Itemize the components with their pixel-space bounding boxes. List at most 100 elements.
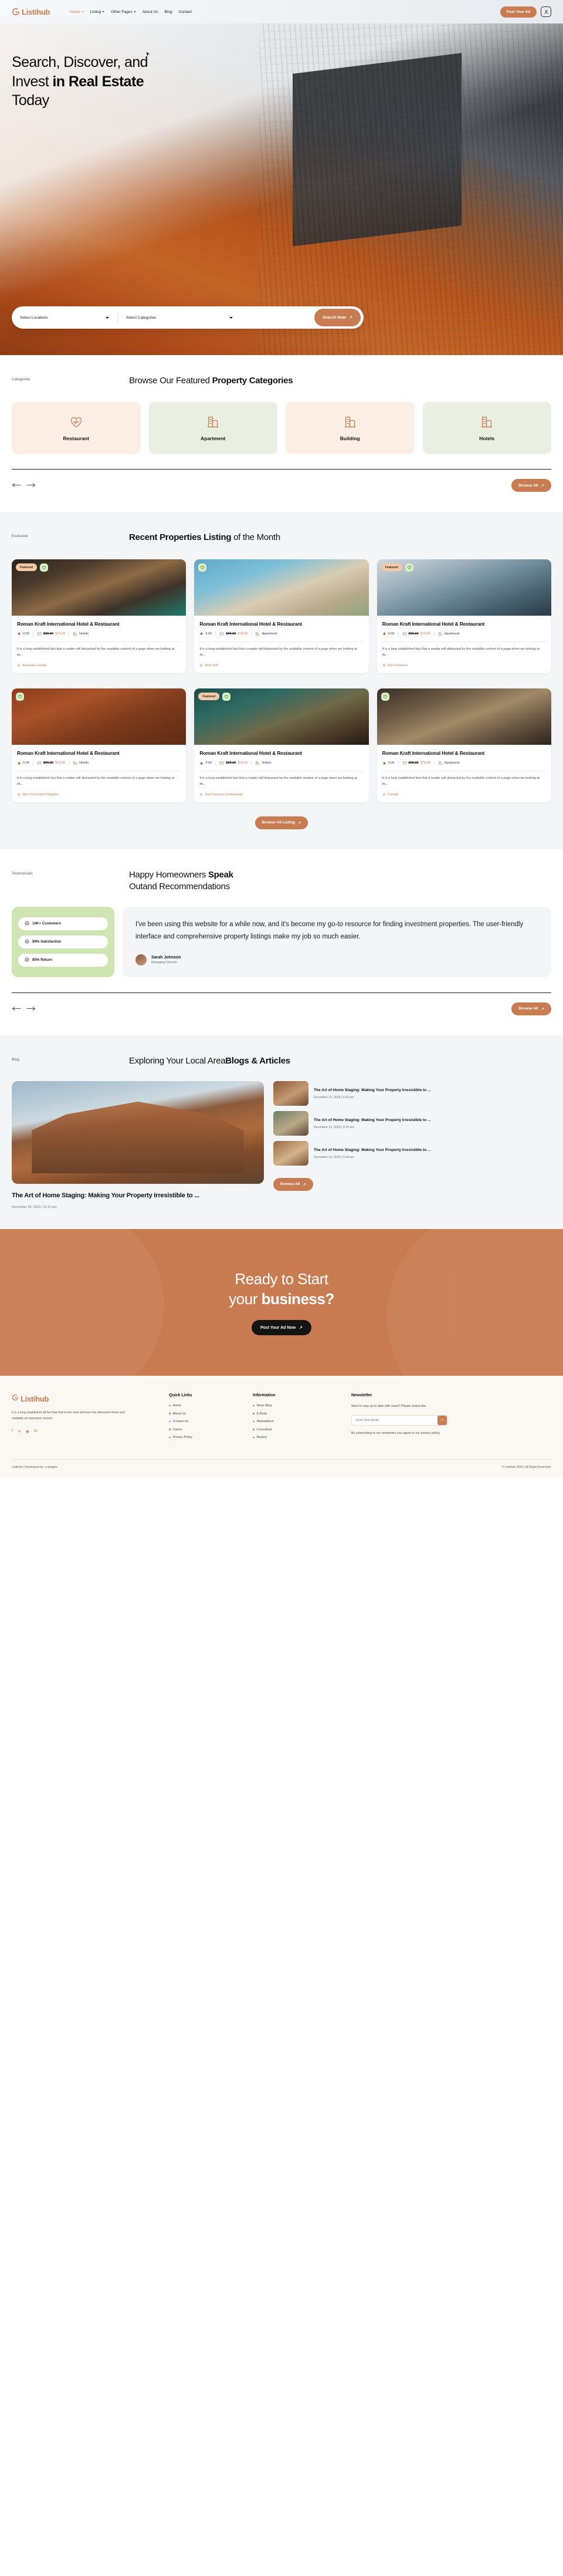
user-icon: [544, 9, 548, 14]
linkedin-icon[interactable]: in: [34, 1429, 37, 1434]
footer-logo[interactable]: Listihub: [12, 1393, 158, 1404]
favorite-heart-icon[interactable]: [39, 563, 48, 572]
footer-link-label: Marketplace: [256, 1420, 274, 1424]
property-card[interactable]: Featured Roman Kraft International Hotel …: [194, 688, 369, 802]
footer-quick-links-heading: Quick Links: [169, 1393, 192, 1398]
blog-list-item[interactable]: The Art of Home Staging: Making Your Pro…: [273, 1140, 551, 1166]
account-button[interactable]: [541, 6, 551, 17]
arrow-right-icon[interactable]: [26, 1004, 36, 1014]
footer-quick-link[interactable]: Privacy Policy: [169, 1436, 242, 1439]
heart-pulse-icon: [69, 415, 83, 430]
instagram-icon[interactable]: ◉: [26, 1429, 29, 1434]
favorite-heart-icon[interactable]: [381, 692, 389, 701]
property-image: [194, 559, 369, 616]
featured-blog-post[interactable]: The Art of Home Staging: Making Your Pro…: [12, 1081, 264, 1209]
search-now-button[interactable]: Search Now ↗: [314, 309, 361, 326]
nav-item-blog[interactable]: Blog: [165, 10, 172, 14]
category-select[interactable]: Select Categories: [118, 306, 241, 329]
browse-all-testimonials-button[interactable]: Browse All ↗: [511, 1002, 551, 1015]
property-card[interactable]: Featured Roman Kraft International Hotel …: [377, 559, 551, 673]
favorite-heart-icon[interactable]: [405, 563, 413, 572]
property-title: Roman Kraft International Hotel & Restau…: [199, 620, 302, 627]
nav-item-home[interactable]: Home: [70, 10, 84, 14]
favorite-heart-icon[interactable]: [222, 692, 231, 701]
footer-bottom-bar: Listihub | Developed by- a plugins © Lis…: [12, 1459, 551, 1477]
property-badges: [381, 692, 389, 701]
facebook-icon[interactable]: f: [12, 1429, 13, 1434]
logo[interactable]: Listihub: [12, 8, 50, 16]
property-description: It is a long established fact that a rea…: [199, 647, 357, 657]
footer-information-link[interactable]: Marketplace: [253, 1420, 341, 1423]
nav-item-listing[interactable]: Listing: [90, 10, 105, 14]
blog-item-text: The Art of Home Staging: Making Your Pro…: [314, 1117, 431, 1130]
footer-information-link[interactable]: News Blog: [253, 1404, 341, 1407]
arrow-right-icon[interactable]: [26, 480, 36, 491]
category-card-restaurant[interactable]: Restaurant: [12, 402, 141, 454]
footer-quick-links-column: Quick Links Home About Us Contact Us Career…: [169, 1393, 242, 1444]
browse-all-label: Browse All: [518, 483, 538, 488]
newsletter-email-input[interactable]: [352, 1418, 437, 1422]
favorite-heart-icon[interactable]: [198, 563, 207, 572]
post-your-ad-button[interactable]: Post Your Ad: [500, 6, 537, 18]
nav-item-contact[interactable]: Contact: [179, 10, 192, 14]
blog-title: Exploring Your Local AreaBlogs & Article…: [129, 1055, 290, 1067]
property-card[interactable]: Roman Kraft International Hotel & Restau…: [12, 688, 186, 802]
browse-all-label: Browse All: [518, 1007, 538, 1011]
category-card-hotels[interactable]: Hotels: [422, 402, 551, 454]
footer-information-link[interactable]: Review: [253, 1436, 341, 1439]
search-now-label: Search Now: [323, 315, 347, 320]
footer-quick-link[interactable]: About Us: [169, 1412, 242, 1416]
footer-quick-link[interactable]: Career: [169, 1428, 242, 1432]
listings-title: Recent Properties Listing of the Month: [129, 532, 280, 543]
property-card[interactable]: Roman Kraft International Hotel & Restau…: [194, 559, 369, 673]
footer-quick-link[interactable]: Contact Us: [169, 1420, 242, 1423]
blog-list-item[interactable]: The Art of Home Staging: Making Your Pro…: [273, 1110, 551, 1136]
footer-quick-link[interactable]: Home: [169, 1404, 242, 1407]
building-icon: [480, 415, 494, 430]
property-card-body: Roman Kraft International Hotel & Restau…: [194, 616, 368, 673]
bullet-icon: [169, 1405, 171, 1407]
bullet-icon: [253, 1413, 255, 1414]
meta-separator: [251, 761, 252, 765]
nav-label: Contact: [178, 9, 192, 14]
twitter-icon[interactable]: ✕: [18, 1429, 21, 1434]
browse-all-listing-button[interactable]: Browse All Listing ↗: [255, 816, 308, 829]
testimonial-author: Sarah Johnson Managing Director: [135, 954, 538, 965]
arrow-left-icon[interactable]: [12, 1004, 21, 1014]
location-select-value: Select Locations: [20, 315, 48, 320]
property-price: $99.00 $79.00: [37, 761, 65, 765]
footer-credit: Listihub | Developed by- a plugins: [12, 1465, 57, 1469]
property-description: It is a long established fact that a rea…: [199, 776, 357, 786]
property-location: San Francisco,Switzerland: [199, 793, 363, 796]
nav-item-other-pages[interactable]: Other Pages: [111, 10, 136, 14]
favorite-heart-icon[interactable]: [16, 692, 24, 701]
property-card[interactable]: Featured Roman Kraft International Hotel …: [12, 559, 186, 673]
featured-blog-date: December 24, 2023 | 11:15 pm: [12, 1206, 57, 1210]
newsletter-submit-button[interactable]: ↗: [437, 1415, 447, 1425]
testimonial-author-role: Managing Director: [151, 960, 178, 964]
nav-item-about-us[interactable]: About Us: [143, 10, 158, 14]
browse-all-blog-button[interactable]: Browse All ↗: [273, 1177, 313, 1191]
stat-chip-customers: 10K+ Customers: [18, 917, 108, 930]
location-select[interactable]: Select Locations: [12, 306, 117, 329]
arrow-left-icon[interactable]: [12, 480, 21, 491]
property-card[interactable]: Roman Kraft International Hotel & Restau…: [377, 688, 551, 802]
property-card-grid: Featured Roman Kraft International Hotel …: [12, 559, 551, 673]
category-card-building[interactable]: Building: [286, 402, 415, 454]
footer-information-link[interactable]: Consultant: [253, 1428, 341, 1432]
property-card-body: Roman Kraft International Hotel & Restau…: [194, 745, 368, 802]
blog-list-item[interactable]: The Art of Home Staging: Making Your Pro…: [273, 1081, 551, 1106]
nav-label: Other Pages: [111, 9, 133, 14]
category-card-apartment[interactable]: Apartment: [148, 402, 277, 454]
bullet-icon: [253, 1436, 255, 1439]
footer-quick-links-list: Home About Us Contact Us Career Privacy Poli…: [169, 1404, 242, 1439]
footer-information-link[interactable]: E-Book: [253, 1412, 341, 1416]
hero-section: Search, Discover, and Invest in Real Est…: [0, 23, 563, 355]
post-your-ad-now-button[interactable]: Post Your Ad Now ↗: [251, 1320, 312, 1336]
site-footer: Listihub It is a long established all fa…: [0, 1376, 563, 1477]
nav-label: Listing: [90, 9, 101, 14]
category-grid: Restaurant Apartment Building Hotels: [12, 402, 551, 454]
property-badges: [198, 563, 207, 572]
arrow-up-right-icon: ↗: [541, 1007, 544, 1011]
browse-all-categories-button[interactable]: Browse All ↗: [511, 479, 551, 492]
